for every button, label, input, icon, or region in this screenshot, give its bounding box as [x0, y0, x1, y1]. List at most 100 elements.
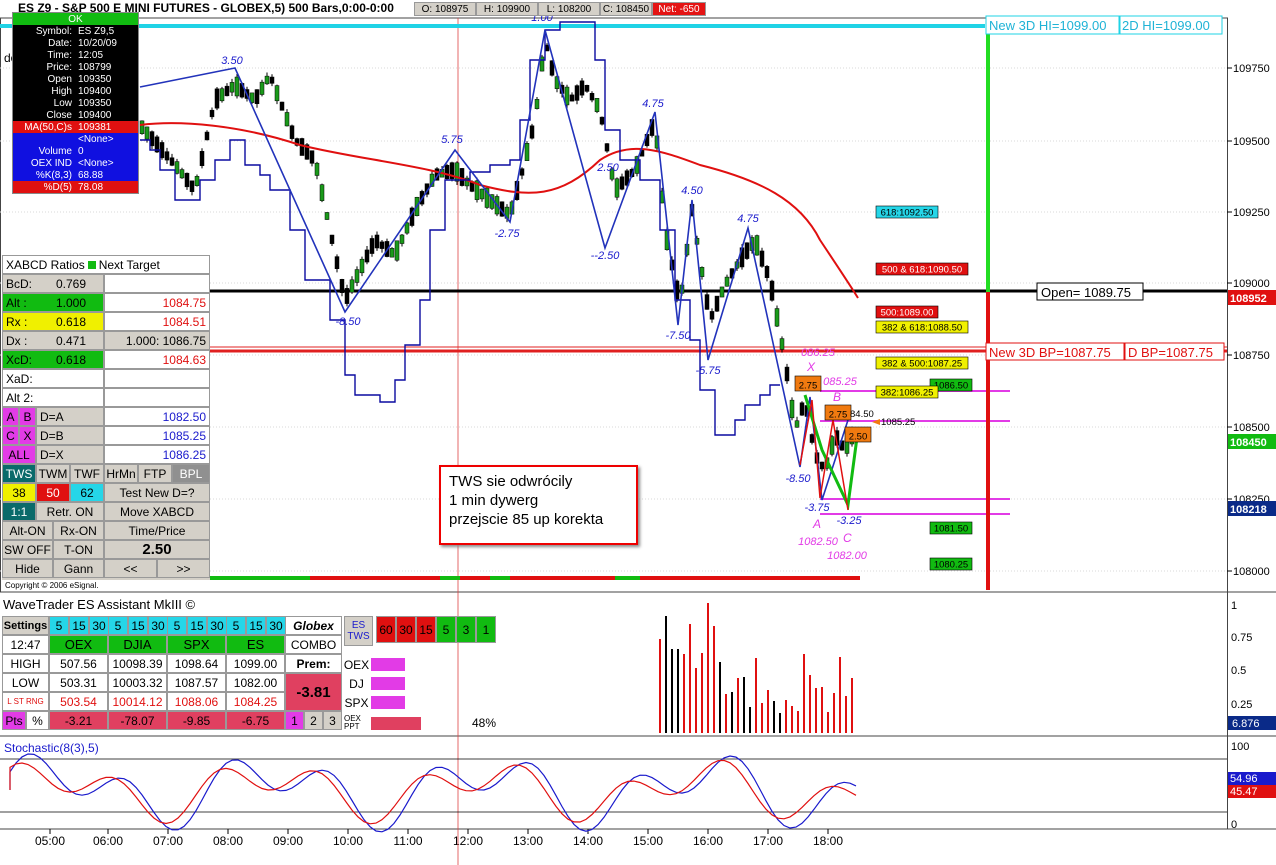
settings-button[interactable]: Settings	[2, 616, 49, 635]
high-value: 1099.00	[226, 654, 285, 673]
ratio-62-button[interactable]: 62	[70, 483, 104, 502]
tws-timeframe[interactable]: 5	[436, 616, 456, 643]
ratio-38-button[interactable]: 38	[2, 483, 36, 502]
high-value: 10098.39	[108, 654, 167, 673]
point-a-label: A	[812, 517, 821, 531]
annotation-note: TWS sie odwrócily 1 min dywerg przejscie…	[439, 465, 638, 545]
point-toggle-all[interactable]: ALL	[2, 445, 36, 464]
candle-body	[519, 168, 525, 176]
candle-body	[584, 84, 590, 92]
tab-hrmn[interactable]: HrMn	[104, 464, 138, 483]
timeframe-button[interactable]: 5	[108, 616, 128, 635]
point-toggle[interactable]: A	[2, 407, 19, 426]
hide-button[interactable]: Hide	[2, 559, 53, 578]
open-value: O: 108975	[414, 2, 476, 16]
move-xabcd-button[interactable]: Move XABCD	[104, 502, 210, 521]
candle-body	[699, 267, 705, 277]
ratio-50-button[interactable]: 50	[36, 483, 70, 502]
sw-off-button[interactable]: SW OFF	[2, 540, 53, 559]
candle-body	[224, 85, 230, 97]
timeframe-button[interactable]: 15	[128, 616, 148, 635]
candle-body	[349, 279, 355, 293]
timeframe-button[interactable]: 30	[207, 616, 227, 635]
point-toggle[interactable]: B	[19, 407, 36, 426]
candle-body	[604, 143, 610, 152]
green-square-icon	[87, 260, 96, 269]
ok-button[interactable]: OK	[13, 13, 138, 25]
timeframe-button[interactable]: 5	[49, 616, 69, 635]
timeframe-button[interactable]: 30	[89, 616, 109, 635]
ratio-1-1-button[interactable]: 1:1	[2, 502, 36, 521]
tab-bpl[interactable]: BPL	[172, 464, 210, 483]
candle-body	[399, 234, 405, 244]
tws-timeframe[interactable]: 60	[376, 616, 396, 643]
tab-ftp[interactable]: FTP	[138, 464, 172, 483]
low-value: L: 108200	[538, 2, 600, 16]
tws-timeframe[interactable]: 1	[476, 616, 496, 643]
tab-twm[interactable]: TWM	[36, 464, 70, 483]
prem-label: Prem:	[285, 654, 342, 673]
high-label: HIGH	[2, 654, 49, 673]
candle-body	[254, 89, 260, 105]
timeframe-button[interactable]: 15	[187, 616, 207, 635]
gann-button[interactable]: Gann	[53, 559, 104, 578]
oex-ppt-label: OEX PPT	[344, 714, 369, 732]
tws-timeframe[interactable]: 15	[416, 616, 436, 643]
open-label: Open= 1089.75	[1041, 285, 1131, 300]
timeframe-button[interactable]: 15	[246, 616, 266, 635]
candle-body	[789, 399, 795, 419]
candle-body	[599, 116, 605, 125]
low-value: 1082.00	[226, 673, 285, 692]
timeframe-button[interactable]: 30	[148, 616, 168, 635]
candle-body	[809, 434, 815, 443]
timeframe-button[interactable]: 5	[167, 616, 187, 635]
candle-body	[594, 98, 600, 112]
data-value: 109350	[75, 97, 138, 109]
point-toggle[interactable]: C	[2, 426, 19, 445]
tws-timeframe[interactable]: 3	[456, 616, 476, 643]
time-price-button[interactable]: Time/Price	[104, 521, 210, 540]
ma-label: MA(50,C)s	[13, 121, 75, 133]
combo-button[interactable]: 3	[323, 711, 342, 730]
candle-body	[709, 311, 715, 320]
alt-on-button[interactable]: Alt-ON	[2, 521, 53, 540]
time-axis-label: 08:00	[213, 834, 243, 848]
price-axis-label: 109500	[1233, 136, 1270, 148]
candle-body	[724, 276, 730, 287]
timeframe-button[interactable]: 30	[266, 616, 286, 635]
tws-timeframe[interactable]: 30	[396, 616, 416, 643]
test-new-d-button[interactable]: Test New D=?	[104, 483, 210, 502]
t-on-button[interactable]: T-ON	[53, 540, 104, 559]
tab-twf[interactable]: TWF	[70, 464, 104, 483]
candle-body	[309, 150, 315, 164]
candle-body	[194, 176, 200, 186]
swing-label: 4.50	[681, 185, 703, 197]
fib-level-500: 500:1089.00	[881, 308, 934, 319]
price-axis-label: 108750	[1233, 350, 1270, 362]
combo-button[interactable]: 1	[285, 711, 304, 730]
rx-on-button[interactable]: Rx-ON	[53, 521, 104, 540]
assistant-title: WaveTrader ES Assistant MkIII ©	[3, 597, 196, 612]
combo-button[interactable]: 2	[304, 711, 323, 730]
fib-level-382-500: 382 & 500:1087.25	[882, 359, 962, 370]
data-label: Time:	[13, 49, 75, 61]
candle-body	[479, 188, 485, 200]
step-value[interactable]: 2.50	[104, 540, 210, 559]
trend-strip	[460, 576, 490, 580]
range-label: L ST RNG	[2, 692, 49, 711]
xabcd-header: XABCD Ratios Next Target	[2, 255, 210, 274]
tab-tws[interactable]: TWS	[2, 464, 36, 483]
chart-window: 109750 109500 109250 109000 108750 108500 1082…	[0, 0, 1276, 865]
candle-body	[274, 85, 280, 102]
ratio-name: Alt 2:	[6, 390, 34, 405]
next-button[interactable]: >>	[157, 559, 210, 578]
retr-on-button[interactable]: Retr. ON	[36, 502, 104, 521]
ratio-row-label: Rx : 0.618	[2, 312, 104, 331]
candle-body	[459, 168, 465, 186]
candle-body	[334, 256, 340, 269]
timeframe-button[interactable]: 5	[226, 616, 246, 635]
timeframe-button[interactable]: 15	[69, 616, 89, 635]
prev-button[interactable]: <<	[104, 559, 157, 578]
point-toggle[interactable]: X	[19, 426, 36, 445]
fib-level-382-618: 382 & 618:1088.50	[882, 323, 962, 334]
